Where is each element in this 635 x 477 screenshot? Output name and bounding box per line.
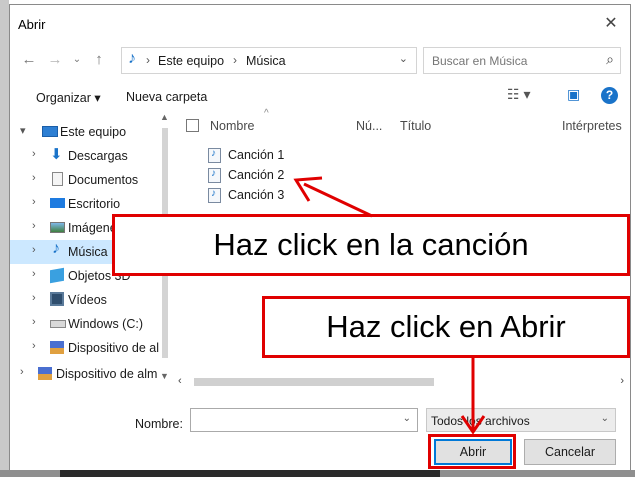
sidebar-item-escritorio[interactable]: › Escritorio	[10, 192, 178, 216]
scrollbar-thumb[interactable]	[194, 378, 434, 386]
expand-chevron-icon[interactable]: ›	[32, 244, 36, 256]
expand-chevron-icon[interactable]: ▾	[20, 124, 26, 137]
documents-icon	[52, 172, 63, 186]
address-bar[interactable]: ♪ › Este equipo › Música ⌄	[121, 47, 417, 74]
help-icon[interactable]: ?	[601, 87, 618, 104]
sidebar-item-windows-c[interactable]: › Windows (C:)	[10, 312, 178, 336]
breadcrumb-este-equipo[interactable]: Este equipo	[158, 54, 224, 68]
open-button-highlight	[428, 434, 516, 469]
file-type-select[interactable]: Todos los archivos ⌄	[426, 408, 616, 432]
open-instruction-callout: Haz click en Abrir	[262, 296, 630, 358]
pc-icon	[42, 126, 58, 137]
sidebar-item-dispositivo-2[interactable]: › Dispositivo de alm	[10, 362, 178, 384]
drive-icon	[50, 320, 66, 328]
removable-drive-icon	[50, 341, 64, 354]
sidebar-item-dispositivo-1[interactable]: › Dispositivo de al	[10, 336, 178, 360]
column-header-artists[interactable]: Intérpretes	[562, 112, 622, 140]
expand-chevron-icon[interactable]: ›	[20, 366, 24, 378]
close-icon[interactable]: ✕	[600, 13, 622, 35]
breadcrumb-musica[interactable]: Música	[246, 54, 286, 68]
file-name: Canción 2	[228, 168, 285, 182]
scroll-down-icon[interactable]: ▼	[160, 371, 169, 381]
videos-icon	[50, 292, 64, 306]
expand-chevron-icon[interactable]: ›	[32, 268, 36, 280]
column-header-name[interactable]: Nombre	[210, 112, 254, 140]
up-arrow-icon[interactable]: ↑	[90, 50, 108, 70]
organize-button[interactable]: Organizar ▾	[36, 90, 101, 105]
breadcrumb-separator-icon: ›	[233, 53, 237, 67]
song-instruction-callout: Haz click en la canción	[112, 214, 630, 276]
expand-chevron-icon[interactable]: ›	[32, 316, 36, 328]
file-name: Canción 1	[228, 148, 285, 162]
pictures-icon	[50, 222, 65, 233]
recent-locations-chevron-icon[interactable]: ⌄	[68, 50, 86, 70]
view-options-icon[interactable]: ☷ ▾	[507, 86, 530, 103]
expand-chevron-icon[interactable]: ›	[32, 340, 36, 352]
file-name-label: Nombre:	[135, 417, 183, 431]
command-bar: Organizar ▾ Nueva carpeta ☷ ▾ ▣ ?	[10, 84, 630, 110]
sidebar-item-label: Vídeos	[68, 293, 107, 307]
scroll-up-icon[interactable]: ▲	[160, 112, 169, 122]
music-icon: ♪	[52, 240, 60, 257]
sidebar-item-label: Este equipo	[60, 125, 127, 139]
sidebar-item-label: Dispositivo de alm	[56, 367, 158, 381]
sidebar-item-label: Música	[68, 245, 108, 259]
file-name: Canción 3	[228, 188, 285, 202]
expand-chevron-icon[interactable]: ›	[32, 172, 36, 184]
select-all-checkbox[interactable]	[186, 119, 199, 132]
sidebar-item-label: Documentos	[68, 173, 139, 187]
audio-file-icon	[208, 148, 221, 163]
expand-chevron-icon[interactable]: ›	[32, 220, 36, 232]
chevron-down-icon[interactable]: ⌄	[601, 413, 609, 424]
expand-chevron-icon[interactable]: ›	[32, 196, 36, 208]
taskbar-strip	[0, 470, 635, 477]
forward-arrow-icon[interactable]: →	[46, 50, 64, 70]
music-icon: ♪	[128, 50, 136, 67]
sort-caret-icon: ^	[264, 108, 269, 119]
chevron-down-icon[interactable]: ⌄	[403, 413, 411, 424]
file-type-value: Todos los archivos	[431, 414, 530, 428]
scroll-right-icon[interactable]: ›	[620, 375, 624, 387]
audio-file-icon	[208, 168, 221, 183]
horizontal-scrollbar[interactable]: ‹ ›	[178, 374, 630, 392]
taskbar-segment	[60, 470, 440, 477]
file-name-input[interactable]: ⌄	[190, 408, 418, 432]
scroll-left-icon[interactable]: ‹	[178, 375, 182, 387]
preview-pane-icon[interactable]: ▣	[567, 86, 580, 103]
sidebar-item-label: Dispositivo de al	[68, 341, 160, 355]
file-row-cancion-3[interactable]: Canción 3	[208, 186, 408, 206]
file-row-cancion-1[interactable]: Canción 1	[208, 146, 408, 166]
3d-objects-icon	[50, 267, 64, 284]
desktop-icon	[50, 198, 65, 208]
audio-file-icon	[208, 188, 221, 203]
cancel-button[interactable]: Cancelar	[524, 439, 616, 465]
removable-drive-icon	[38, 367, 52, 380]
column-header-title[interactable]: Título	[400, 112, 431, 140]
file-row-cancion-2[interactable]: Canción 2	[208, 166, 408, 186]
sidebar-item-videos[interactable]: › Vídeos	[10, 288, 178, 312]
sidebar-item-documentos[interactable]: › Documentos	[10, 168, 178, 192]
sidebar-item-este-equipo[interactable]: ▾ Este equipo	[10, 120, 178, 144]
search-box[interactable]: Buscar en Música ⌕	[423, 47, 621, 74]
background-strip	[0, 0, 9, 477]
search-icon[interactable]: ⌕	[606, 51, 614, 68]
window-title: Abrir	[18, 17, 46, 32]
downloads-icon: ⬇	[50, 146, 63, 163]
sidebar-item-label: Windows (C:)	[68, 317, 144, 331]
navigation-bar: ← → ⌄ ↑ ♪ › Este equipo › Música ⌄ ↻ Bus…	[10, 44, 630, 78]
expand-chevron-icon[interactable]: ›	[32, 292, 36, 304]
back-arrow-icon[interactable]: ←	[20, 50, 38, 70]
search-input[interactable]: Buscar en Música	[432, 54, 527, 68]
breadcrumb-separator-icon: ›	[146, 53, 150, 67]
new-folder-button[interactable]: Nueva carpeta	[126, 90, 207, 104]
sidebar-item-label: Escritorio	[68, 197, 121, 211]
expand-chevron-icon[interactable]: ›	[32, 148, 36, 160]
column-header-number[interactable]: Nú...	[356, 112, 382, 140]
address-dropdown-icon[interactable]: ⌄	[399, 52, 408, 65]
sidebar-item-descargas[interactable]: › ⬇ Descargas	[10, 144, 178, 168]
sidebar-item-label: Descargas	[68, 149, 128, 163]
title-bar: Abrir ✕	[10, 5, 630, 43]
